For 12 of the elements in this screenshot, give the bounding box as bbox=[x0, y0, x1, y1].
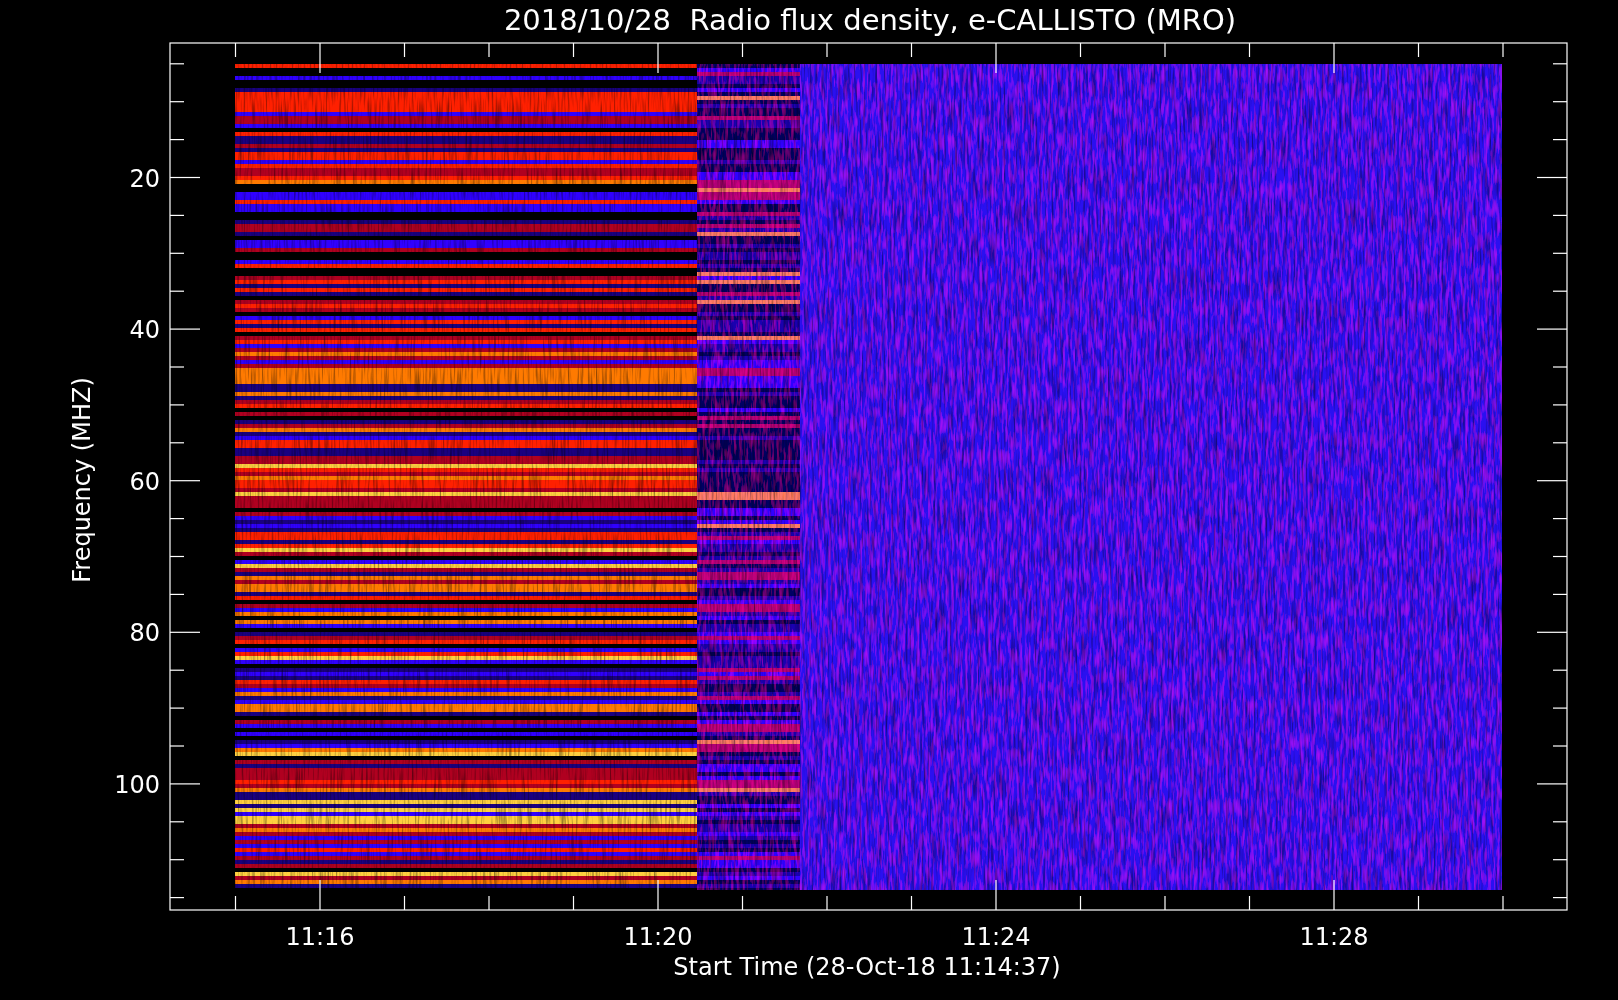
x-tick-label: 11:16 bbox=[285, 923, 355, 951]
y-tick-label: 20 bbox=[129, 164, 160, 193]
y-tick-label: 80 bbox=[129, 619, 160, 648]
x-tick-label: 11:28 bbox=[1299, 923, 1369, 951]
y-axis-label: Frequency (MHZ) bbox=[68, 377, 96, 583]
y-tick-label: 60 bbox=[129, 467, 160, 496]
y-tick-label: 40 bbox=[129, 316, 160, 345]
y-tick-label: 100 bbox=[114, 770, 160, 799]
plot-title: 2018/10/28 Radio flux density, e-CALLISTO (MRO) bbox=[503, 3, 1237, 37]
x-axis-label: Start Time (28-Oct-18 11:14:37) bbox=[673, 953, 1061, 981]
x-tick-label: 11:24 bbox=[961, 923, 1031, 951]
x-tick-label: 11:20 bbox=[623, 923, 693, 951]
